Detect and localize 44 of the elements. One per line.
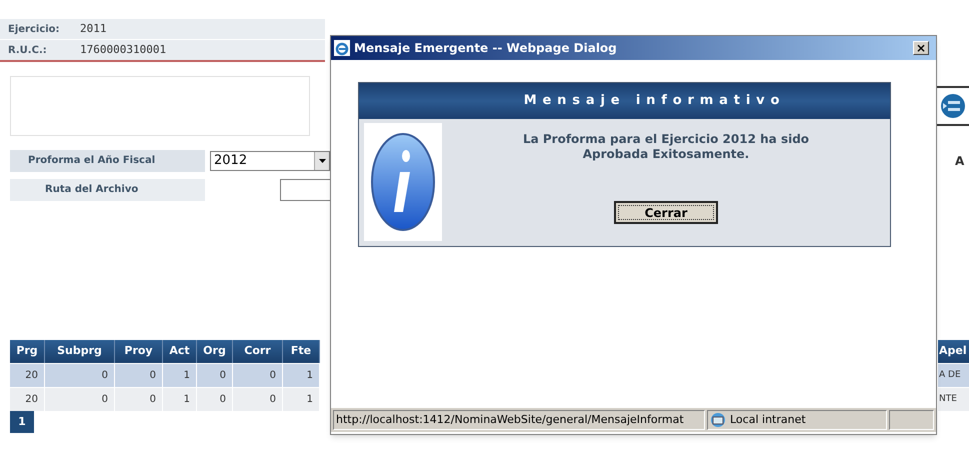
column-label: A — [955, 153, 966, 170]
field-label: R.U.C.: — [7, 44, 48, 58]
table-cell: 1 — [163, 388, 197, 411]
table-cell: 0 — [197, 388, 233, 411]
table-cell: 0 — [45, 364, 115, 387]
browser-icon — [334, 40, 350, 56]
table-cell: 20 — [10, 364, 45, 387]
column-header: Apel — [938, 340, 969, 363]
column-header: Fte — [283, 340, 320, 363]
table-cell: 0 — [45, 388, 115, 411]
close-button[interactable]: Cerrar — [614, 201, 718, 224]
table-cell: 20 — [10, 388, 45, 411]
zone-label: Local intranet — [730, 412, 806, 428]
table-cell: 0 — [233, 364, 283, 387]
status-pane — [889, 410, 934, 430]
message-text: La Proforma para el Ejercicio 2012 ha sido Aprobada Exitosamente. — [522, 132, 810, 162]
table-cell: 1 — [283, 388, 320, 411]
field-value: 1760000310001 — [80, 42, 166, 58]
column-header: Org — [197, 340, 233, 363]
column-header: Corr — [233, 340, 283, 363]
column-header: Act — [163, 340, 197, 363]
column-header: Subprg — [45, 340, 115, 363]
table-cell: 0 — [115, 388, 163, 411]
field-value: 2011 — [80, 20, 106, 37]
table-cell: A DE — [938, 364, 969, 387]
field-label: Proforma el Año Fiscal — [10, 150, 205, 172]
year-dropdown[interactable]: 2012 — [210, 151, 330, 171]
page-button[interactable]: 1 — [10, 411, 34, 433]
column-header: Proy — [115, 340, 163, 363]
table-cell: 0 — [115, 364, 163, 387]
column-header: Prg — [10, 340, 45, 363]
close-button[interactable]: × — [913, 41, 929, 55]
window-title: Mensaje Emergente -- Webpage Dialog — [354, 40, 618, 57]
table-cell: 1 — [283, 364, 320, 387]
info-icon — [364, 123, 442, 241]
table-cell: 0 — [233, 388, 283, 411]
status-url: http://localhost:1412/NominaWebSite/general/MensajeInformat — [333, 410, 705, 430]
network-icon — [710, 412, 726, 428]
field-label: Ejercicio: — [7, 22, 61, 36]
table-cell: 1 — [163, 364, 197, 387]
field-label: Ruta del Archivo — [10, 179, 205, 201]
table-cell: 0 — [197, 364, 233, 387]
table-cell: NTE — [938, 388, 969, 411]
panel-header: Mensaje informativo — [359, 83, 890, 119]
